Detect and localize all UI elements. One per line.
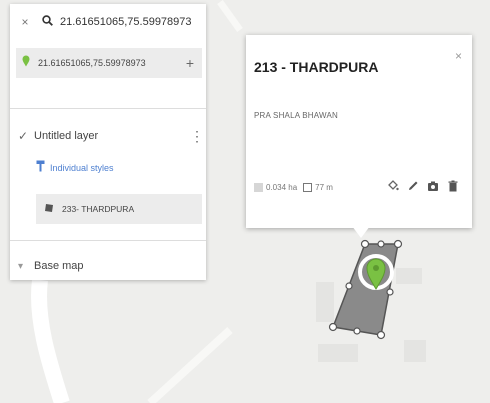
expand-icon: ▾ [18,260,24,272]
vertex-handle[interactable] [328,322,338,332]
feature-name: 233- THARDPURA [62,204,135,214]
delete-trash-icon[interactable] [446,179,460,193]
popup-measurements: 0.034 ha 77 m [254,179,333,195]
divider [10,108,206,109]
paint-roller-icon [36,159,46,177]
style-bucket-icon[interactable] [386,179,400,193]
search-result-text: 21.61651065,75.59978973 [38,58,146,68]
layers-panel: × 21.61651065,75.59978973 21.61651065,75… [10,4,206,280]
feature-info-popup: 213 - THARDPURA × PRA SHALA BHAWAN 0.034… [246,35,472,228]
building-footprint [404,340,426,362]
vertex-handle[interactable] [377,240,385,248]
search-icon [42,13,56,31]
layer-visibility-checkbox[interactable]: ✓ [18,129,30,143]
vertex-handle[interactable] [376,330,386,340]
area-icon [254,182,263,192]
popup-toolbar [386,177,460,195]
perimeter-icon [303,182,313,192]
vertex-handle[interactable] [353,327,361,335]
search-query[interactable]: 21.61651065,75.59978973 [60,16,192,28]
popup-description: PRA SHALA BHAWAN [254,111,338,120]
add-to-map-button[interactable]: + [182,55,198,71]
base-map-toggle[interactable]: ▾ Base map [18,256,84,276]
area-value: 0.034 ha [266,182,298,192]
building-footprint [396,268,422,284]
vertex-handle[interactable] [345,282,353,290]
edit-pencil-icon[interactable] [406,179,420,193]
individual-styles-label: Individual styles [50,163,114,173]
search-result-item[interactable]: 21.61651065,75.59978973 + [16,48,202,78]
individual-styles-link[interactable]: Individual styles [36,159,114,177]
layer-name[interactable]: Untitled layer [34,130,190,142]
divider [10,240,206,241]
popup-close-icon[interactable]: × [455,49,462,63]
green-pin-icon [22,54,34,72]
popup-pointer [352,226,370,238]
vertex-handle[interactable] [386,288,394,296]
layer-header: ✓ Untitled layer ⋮ [18,126,204,146]
polygon-icon [44,200,58,218]
close-icon[interactable]: × [16,15,34,29]
building-footprint [318,344,358,362]
popup-title: 213 - THARDPURA [254,59,379,75]
perimeter-value: 77 m [315,182,333,192]
vertex-handle[interactable] [393,239,403,249]
building-footprint [316,282,334,322]
layer-options-icon[interactable]: ⋮ [190,129,204,143]
search-bar: × 21.61651065,75.59978973 [10,10,206,34]
vertex-handle[interactable] [360,239,370,249]
camera-icon[interactable] [426,179,440,193]
base-map-label: Base map [34,260,84,272]
layer-feature-item[interactable]: 233- THARDPURA [36,194,202,224]
